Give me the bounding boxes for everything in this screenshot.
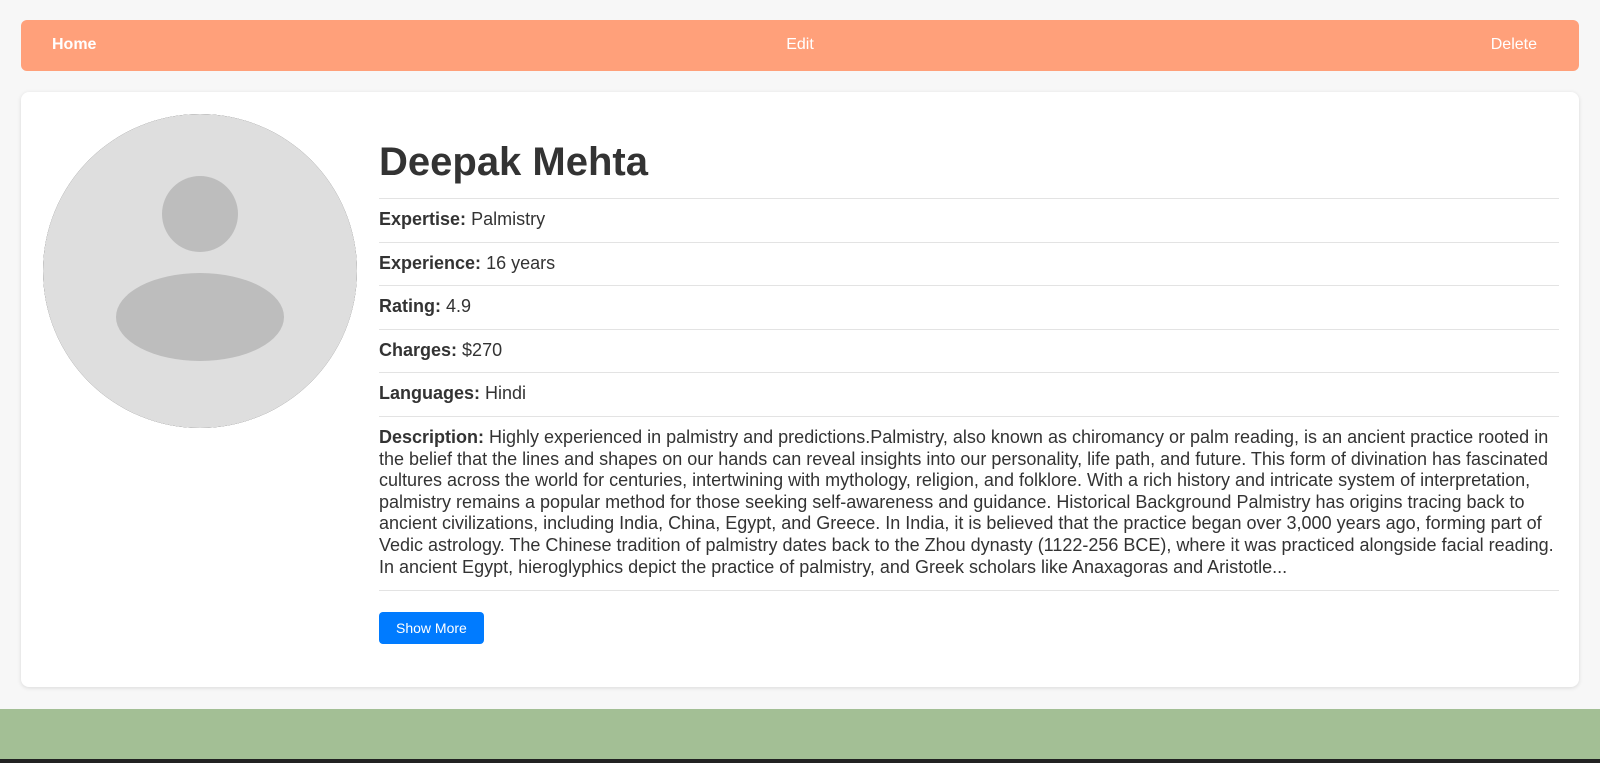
charges-value: $270 [462, 339, 503, 360]
experience-value: 16 years [486, 252, 556, 273]
description-row: Description: Highly experienced in palmi… [379, 417, 1559, 592]
delete-link[interactable]: Delete [1491, 20, 1537, 71]
description-text: Highly experienced in palmistry and pred… [379, 426, 1554, 577]
profile-card: Deepak Mehta Expertise: Palmistry Experi… [21, 92, 1579, 687]
edit-link[interactable]: Edit [786, 20, 814, 71]
languages-label: Languages: [379, 383, 481, 404]
home-link[interactable]: Home [52, 20, 96, 71]
rating-value: 4.9 [446, 296, 472, 317]
expertise-label: Expertise: [379, 209, 467, 229]
languages-row: Languages: Hindi [379, 373, 1559, 417]
profile-name: Deepak Mehta [379, 114, 1559, 199]
experience-row: Experience: 16 years [379, 243, 1559, 287]
rating-label: Rating: [379, 296, 441, 317]
expertise-row: Expertise: Palmistry [379, 199, 1559, 243]
charges-label: Charges: [379, 339, 458, 360]
charges-row: Charges: $270 [379, 330, 1559, 374]
footer-bar [0, 759, 1600, 763]
experience-label: Experience: [379, 252, 482, 273]
user-placeholder-icon [43, 114, 357, 428]
top-navbar: Home Edit Delete [21, 20, 1579, 71]
profile-details: Deepak Mehta Expertise: Palmistry Experi… [379, 114, 1559, 645]
expertise-value: Palmistry [471, 209, 546, 229]
rating-row: Rating: 4.9 [379, 286, 1559, 330]
avatar [43, 114, 357, 428]
show-more-button[interactable]: Show More [379, 612, 484, 645]
footer-band [0, 709, 1600, 759]
description-label: Description: [379, 426, 485, 447]
languages-value: Hindi [485, 383, 527, 404]
